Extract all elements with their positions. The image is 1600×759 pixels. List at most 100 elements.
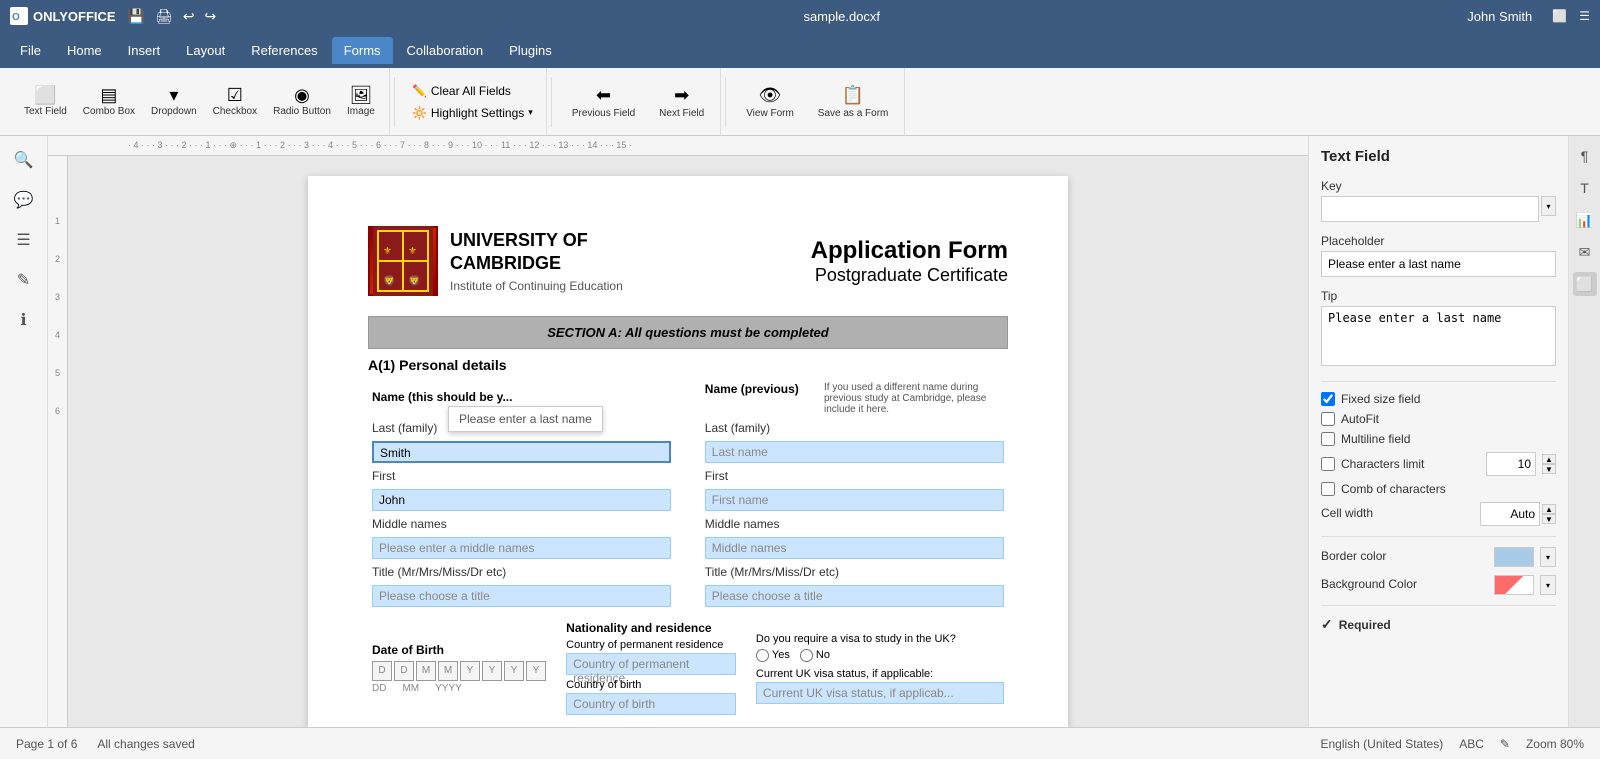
document-area: · 4 · · · 3 · · · 2 · · · 1 · · · ⊕ · · … <box>48 136 1308 727</box>
language-selector[interactable]: English (United States) <box>1320 737 1443 751</box>
track-changes-icon[interactable]: ✎ <box>1500 737 1510 751</box>
border-color-label: Border color <box>1321 549 1386 563</box>
chars-limit-checkbox[interactable] <box>1321 457 1335 471</box>
fixed-size-checkbox[interactable] <box>1321 392 1335 406</box>
dob-m1: M <box>416 661 436 681</box>
spell-check-icon[interactable]: ABC <box>1459 737 1484 751</box>
bg-color-row: Background Color ▾ <box>1321 575 1556 595</box>
save-icon[interactable]: 💾 <box>128 8 145 25</box>
chars-limit-spinners: ▲ ▼ <box>1542 454 1556 474</box>
cambridge-text-block: UNIVERSITY OFCAMBRIDGE Institute of Cont… <box>450 229 623 294</box>
rs-paragraph-icon[interactable]: ¶ <box>1573 144 1597 168</box>
middle-names-prev-field[interactable]: Middle names <box>705 537 1004 559</box>
undo-icon[interactable]: ↩ <box>183 8 195 25</box>
country-birth-field[interactable]: Country of birth <box>566 693 736 715</box>
sidebar-comment-icon[interactable]: 💬 <box>8 184 40 216</box>
rs-chart-icon[interactable]: 📊 <box>1573 208 1597 232</box>
cell-width-input[interactable] <box>1480 502 1540 526</box>
highlight-settings-btn[interactable]: 🔆 Highlight Settings ▾ <box>407 103 538 123</box>
sidebar-review-icon[interactable]: ✎ <box>8 264 40 296</box>
window-controls[interactable]: ⬜ ☰ <box>1552 9 1590 23</box>
key-input[interactable] <box>1321 196 1539 222</box>
minimize-icon[interactable]: ⬜ <box>1552 9 1567 23</box>
highlight-icon: 🔆 <box>412 106 427 120</box>
maximize-icon[interactable]: ☰ <box>1579 9 1590 23</box>
cell-width-up[interactable]: ▲ <box>1542 504 1556 514</box>
save-status: All changes saved <box>97 737 194 751</box>
bg-color-arrow[interactable]: ▾ <box>1540 575 1556 595</box>
save-as-form-btn[interactable]: 📋 Save as a Form <box>810 81 897 123</box>
menu-home[interactable]: Home <box>55 37 114 64</box>
doc-content-wrapper: 123456 <box>48 156 1308 727</box>
comb-label: Comb of characters <box>1341 482 1446 496</box>
cell-width-spinners: ▲ ▼ <box>1542 504 1556 524</box>
first-name-prev-field[interactable]: First name <box>705 489 1004 511</box>
menu-layout[interactable]: Layout <box>174 37 237 64</box>
placeholder-input[interactable] <box>1321 251 1556 277</box>
menu-references[interactable]: References <box>239 37 329 64</box>
visa-options: Yes No <box>756 649 1004 662</box>
right-sidebar: ¶ T 📊 ✉ ⬜ <box>1568 136 1600 727</box>
dropdown-btn[interactable]: ▾ Dropdown <box>145 82 203 121</box>
menu-forms[interactable]: Forms <box>332 37 393 64</box>
menu-file[interactable]: File <box>8 37 53 64</box>
checkbox-label: Checkbox <box>213 106 257 117</box>
print-icon[interactable]: 🖨 <box>155 8 173 25</box>
title-prev-field[interactable]: Please choose a title <box>705 585 1004 607</box>
middle-names-field[interactable]: Please enter a middle names <box>372 537 671 559</box>
tip-input[interactable]: Please enter a last name <box>1321 306 1556 366</box>
menu-insert[interactable]: Insert <box>116 37 173 64</box>
radio-btn[interactable]: ◉ Radio Button <box>267 82 337 121</box>
sidebar-search-icon[interactable]: 🔍 <box>8 144 40 176</box>
ribbon-group-fields: ⬜ Text Field ▤ Combo Box ▾ Dropdown ☑ Ch… <box>10 68 390 135</box>
country-perm-field[interactable]: Country of permanent residence <box>566 653 736 675</box>
personal-details-title: A(1) Personal details <box>368 357 1008 373</box>
menu-collaboration[interactable]: Collaboration <box>395 37 496 64</box>
rs-text-icon[interactable]: T <box>1573 176 1597 200</box>
chars-limit-up[interactable]: ▲ <box>1542 454 1556 464</box>
left-sidebar: 🔍 💬 ☰ ✎ ℹ <box>0 136 48 727</box>
visa-yes-radio[interactable] <box>756 649 769 662</box>
chars-limit-input[interactable] <box>1486 452 1536 476</box>
checkbox-btn[interactable]: ☑ Checkbox <box>207 82 263 121</box>
last-name-prev-field[interactable]: Last name <box>705 441 1004 463</box>
form-subtitle: Postgraduate Certificate <box>811 265 1008 286</box>
menu-plugins[interactable]: Plugins <box>497 37 564 64</box>
multiline-checkbox[interactable] <box>1321 432 1335 446</box>
border-color-swatch[interactable] <box>1494 547 1534 567</box>
rs-mail-icon[interactable]: ✉ <box>1573 240 1597 264</box>
key-dropdown-arrow[interactable]: ▾ <box>1541 196 1556 216</box>
title-bar: O ONLYOFFICE 💾 🖨 ↩ ↪ sample.docxf John S… <box>0 0 1600 32</box>
next-field-btn[interactable]: ➡ Next Field <box>651 81 712 123</box>
image-btn[interactable]: 🖼 Image <box>341 82 381 121</box>
separator1 <box>1321 381 1556 382</box>
text-field-btn[interactable]: ⬜ Text Field <box>18 82 73 121</box>
sidebar-info-icon[interactable]: ℹ <box>8 304 40 336</box>
required-row: ✓ Required <box>1321 616 1556 633</box>
doc-scroll[interactable]: ⚜ ⚜ 🦁 🦁 UNIVERSITY OFCAMBRIDGE Institute… <box>68 156 1308 727</box>
view-form-label: View Form <box>746 108 794 119</box>
title-field[interactable]: Please choose a title <box>372 585 671 607</box>
comb-checkbox[interactable] <box>1321 482 1335 496</box>
combo-box-btn[interactable]: ▤ Combo Box <box>77 82 141 121</box>
sidebar-navigate-icon[interactable]: ☰ <box>8 224 40 256</box>
visa-no-radio[interactable] <box>800 649 813 662</box>
autofit-checkbox[interactable] <box>1321 412 1335 426</box>
redo-icon[interactable]: ↪ <box>205 8 217 25</box>
highlight-label: Highlight Settings <box>431 106 524 120</box>
rs-form-icon[interactable]: ⬜ <box>1573 272 1597 296</box>
user-name: John Smith <box>1467 9 1532 24</box>
first-name-field[interactable]: John <box>372 489 671 511</box>
uk-visa-field[interactable]: Current UK visa status, if applicab... <box>756 682 1004 704</box>
bg-color-swatch-row: ▾ <box>1494 575 1556 595</box>
bg-color-swatch[interactable] <box>1494 575 1534 595</box>
cell-width-down[interactable]: ▼ <box>1542 514 1556 524</box>
last-name-field[interactable]: Smith <box>372 441 671 463</box>
view-form-btn[interactable]: 👁 View Form <box>738 81 802 123</box>
titlebar-toolbar[interactable]: 💾 🖨 ↩ ↪ <box>128 8 217 25</box>
previous-field-btn[interactable]: ⬅ Previous Field <box>564 81 643 123</box>
zoom-level[interactable]: Zoom 80% <box>1526 737 1584 751</box>
chars-limit-down[interactable]: ▼ <box>1542 464 1556 474</box>
clear-all-btn[interactable]: ✏️ Clear All Fields <box>407 81 538 101</box>
border-color-arrow[interactable]: ▾ <box>1540 547 1556 567</box>
